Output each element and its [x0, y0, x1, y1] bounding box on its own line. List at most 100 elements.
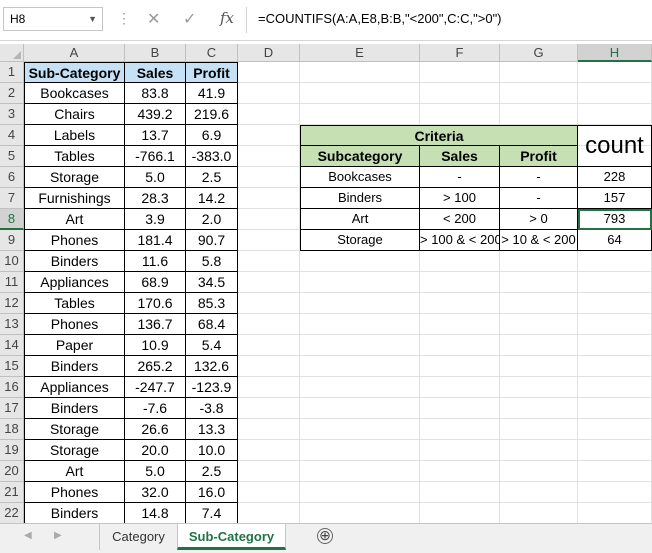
select-all-button[interactable] — [0, 44, 24, 62]
cell[interactable] — [420, 377, 500, 398]
criteria-cell[interactable]: - — [500, 167, 578, 188]
cell[interactable] — [578, 419, 652, 440]
row-header-9[interactable]: 9 — [0, 230, 24, 251]
cell[interactable] — [238, 356, 300, 377]
subcategory-cell[interactable]: Binders — [24, 398, 125, 419]
sales-cell[interactable]: -766.1 — [125, 146, 186, 167]
row-header-3[interactable]: 3 — [0, 104, 24, 125]
cell[interactable] — [300, 419, 420, 440]
criteria-cell[interactable]: Art — [300, 209, 420, 230]
cell[interactable] — [578, 251, 652, 272]
cell[interactable] — [420, 356, 500, 377]
cell[interactable] — [500, 461, 578, 482]
subcategory-cell[interactable]: Bookcases — [24, 83, 125, 104]
criteria-cell[interactable]: Binders — [300, 188, 420, 209]
profit-cell[interactable]: 2.5 — [186, 461, 238, 482]
cell[interactable] — [500, 440, 578, 461]
profit-cell[interactable]: 10.0 — [186, 440, 238, 461]
cell[interactable] — [578, 293, 652, 314]
cell[interactable] — [420, 251, 500, 272]
row-header-15[interactable]: 15 — [0, 356, 24, 377]
cell[interactable] — [500, 503, 578, 523]
profit-cell[interactable]: 2.5 — [186, 167, 238, 188]
cell[interactable] — [500, 482, 578, 503]
count-result-cell[interactable]: 793 — [578, 209, 652, 230]
cell[interactable] — [500, 104, 578, 125]
cell[interactable] — [238, 482, 300, 503]
row-header-22[interactable]: 22 — [0, 503, 24, 523]
cell[interactable] — [578, 461, 652, 482]
cell[interactable] — [500, 293, 578, 314]
cell[interactable] — [238, 125, 300, 146]
subcategory-cell[interactable]: Phones — [24, 230, 125, 251]
table-header-cell[interactable]: Profit — [186, 62, 238, 83]
cancel-icon[interactable]: ✕ — [147, 9, 160, 29]
criteria-cell[interactable]: > 100 — [420, 188, 500, 209]
subcategory-cell[interactable]: Appliances — [24, 377, 125, 398]
subcategory-cell[interactable]: Art — [24, 461, 125, 482]
subcategory-cell[interactable]: Phones — [24, 314, 125, 335]
subcategory-cell[interactable]: Binders — [24, 503, 125, 523]
cell[interactable] — [300, 482, 420, 503]
sales-cell[interactable]: 13.7 — [125, 125, 186, 146]
sales-cell[interactable]: 10.9 — [125, 335, 186, 356]
cell[interactable] — [420, 461, 500, 482]
cell[interactable] — [238, 461, 300, 482]
cell[interactable] — [500, 272, 578, 293]
subcategory-cell[interactable]: Labels — [24, 125, 125, 146]
cell[interactable] — [300, 272, 420, 293]
column-header-e[interactable]: E — [300, 44, 420, 62]
sales-cell[interactable]: 68.9 — [125, 272, 186, 293]
cell[interactable] — [578, 104, 652, 125]
cell[interactable] — [420, 440, 500, 461]
sales-cell[interactable]: 11.6 — [125, 251, 186, 272]
cell[interactable] — [500, 251, 578, 272]
sales-cell[interactable]: 136.7 — [125, 314, 186, 335]
profit-cell[interactable]: 41.9 — [186, 83, 238, 104]
row-header-13[interactable]: 13 — [0, 314, 24, 335]
sales-cell[interactable]: 20.0 — [125, 440, 186, 461]
subcategory-cell[interactable]: Art — [24, 209, 125, 230]
tab-sub-category[interactable]: Sub-Category — [177, 524, 286, 550]
cell[interactable] — [578, 482, 652, 503]
cell[interactable] — [300, 104, 420, 125]
criteria-cell[interactable]: > 100 & < 200 — [420, 230, 500, 251]
row-header-2[interactable]: 2 — [0, 83, 24, 104]
cell[interactable] — [300, 293, 420, 314]
row-header-8[interactable]: 8 — [0, 209, 24, 230]
sales-cell[interactable]: 5.0 — [125, 461, 186, 482]
cell[interactable] — [420, 314, 500, 335]
profit-cell[interactable]: 219.6 — [186, 104, 238, 125]
sales-cell[interactable]: 170.6 — [125, 293, 186, 314]
cell[interactable] — [238, 419, 300, 440]
subcategory-cell[interactable]: Paper — [24, 335, 125, 356]
cell[interactable] — [420, 83, 500, 104]
subcategory-cell[interactable]: Phones — [24, 482, 125, 503]
scroll-right-icon[interactable]: ▶ — [54, 530, 62, 541]
count-result-cell[interactable]: 228 — [578, 167, 652, 188]
count-result-cell[interactable]: 64 — [578, 230, 652, 251]
sales-cell[interactable]: 439.2 — [125, 104, 186, 125]
cell[interactable] — [578, 356, 652, 377]
cell[interactable] — [500, 314, 578, 335]
cell[interactable] — [578, 503, 652, 523]
cell[interactable] — [300, 461, 420, 482]
criteria-header-cell[interactable]: Profit — [500, 146, 578, 167]
sales-cell[interactable]: 265.2 — [125, 356, 186, 377]
cell[interactable] — [300, 377, 420, 398]
subcategory-cell[interactable]: Binders — [24, 356, 125, 377]
cell[interactable] — [238, 209, 300, 230]
cell[interactable] — [238, 503, 300, 523]
cell[interactable] — [238, 272, 300, 293]
cell[interactable] — [238, 188, 300, 209]
cell[interactable] — [238, 377, 300, 398]
row-header-1[interactable]: 1 — [0, 62, 24, 83]
cell[interactable] — [420, 272, 500, 293]
column-header-g[interactable]: G — [500, 44, 578, 62]
name-box[interactable]: H8 ▼ — [3, 7, 103, 31]
subcategory-cell[interactable]: Tables — [24, 293, 125, 314]
profit-cell[interactable]: -3.8 — [186, 398, 238, 419]
count-result-cell[interactable]: 157 — [578, 188, 652, 209]
insert-function-icon[interactable]: fx — [220, 9, 234, 27]
sales-cell[interactable]: -7.6 — [125, 398, 186, 419]
